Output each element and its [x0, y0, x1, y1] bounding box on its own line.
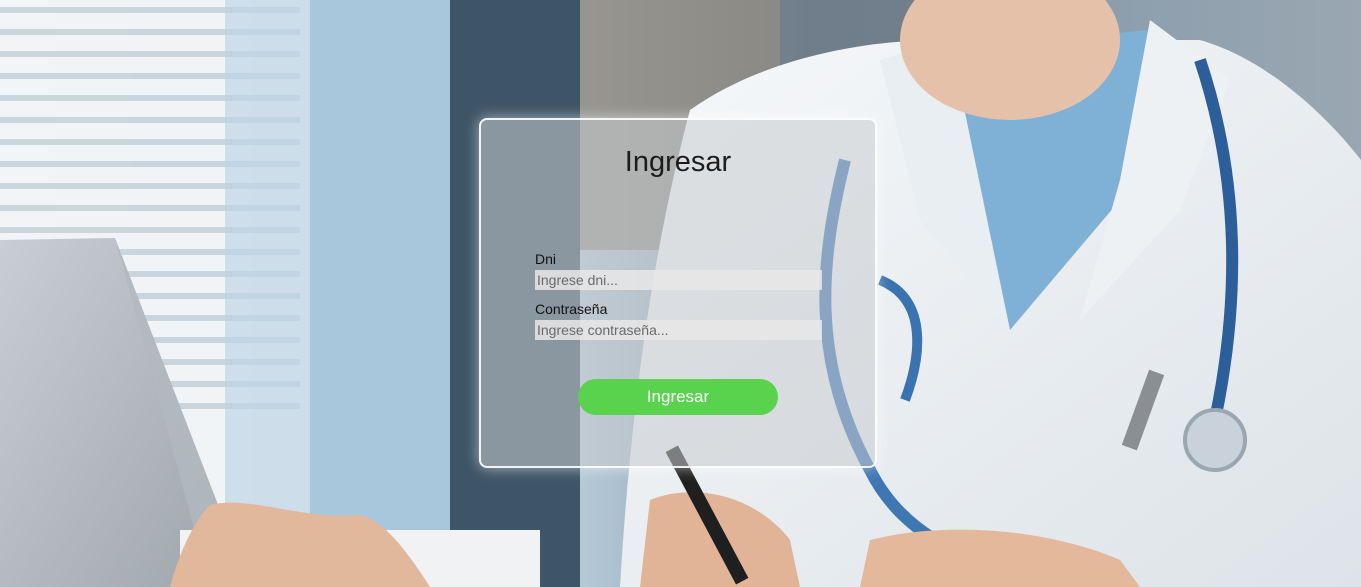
- submit-button[interactable]: Ingresar: [578, 379, 778, 415]
- dni-input[interactable]: [535, 270, 822, 290]
- dni-label: Dni: [535, 251, 557, 267]
- login-card: Ingresar Dni Contraseña Ingresar: [479, 118, 877, 468]
- password-input[interactable]: [535, 320, 822, 340]
- login-title: Ingresar: [624, 146, 732, 178]
- password-label: Contraseña: [535, 301, 608, 317]
